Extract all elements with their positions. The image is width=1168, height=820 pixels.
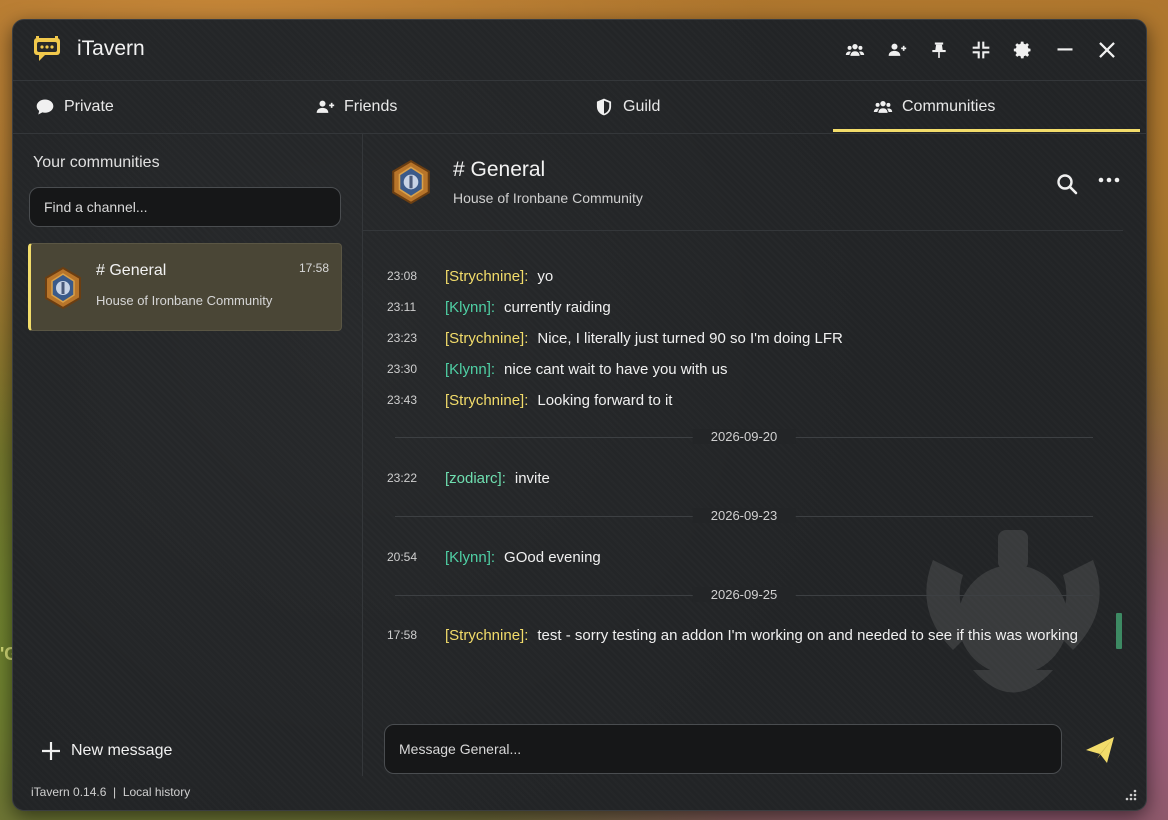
community-subtitle: House of Ironbane Community (96, 293, 273, 308)
app-logo-icon (34, 36, 60, 61)
tab-communities-label: Communities (902, 98, 996, 115)
communities-sidebar: Your communities # General 17:58 House o… (13, 134, 363, 776)
date-separator: 2026-09-23 (395, 506, 1093, 526)
message-time: 17:58 (387, 628, 418, 642)
community-item-general[interactable]: # General 17:58 House of Ironbane Commun… (28, 243, 342, 331)
message-author[interactable]: [Klynn]: (445, 361, 495, 378)
more-options-icon[interactable] (1097, 170, 1121, 190)
message-time: 23:22 (387, 471, 418, 485)
message-author[interactable]: [Klynn]: (445, 549, 495, 566)
message-row: 23:08 [Strychnine]: yo (387, 265, 553, 287)
message-author[interactable]: [Strychnine]: (445, 392, 528, 409)
date-separator: 2026-09-20 (395, 427, 1093, 447)
channel-avatar (392, 159, 430, 205)
tab-communities[interactable]: Communities (832, 81, 1142, 133)
channel-title: # General (453, 158, 546, 181)
chat-scrollbar[interactable] (1116, 613, 1122, 649)
message-text: Nice, I literally just turned 90 so I'm … (537, 329, 843, 347)
message-time: 23:08 (387, 269, 418, 283)
tab-friends[interactable]: Friends (315, 81, 397, 133)
message-text: test - sorry testing an addon I'm workin… (537, 626, 1079, 644)
new-message-button[interactable]: New message (41, 741, 172, 761)
speech-bubble-icon (36, 99, 54, 115)
message-time: 23:30 (387, 362, 418, 376)
tab-guild-label: Guild (623, 98, 661, 115)
sidebar-heading: Your communities (33, 154, 160, 171)
new-message-label: New message (71, 742, 173, 759)
date-label: 2026-09-23 (692, 508, 796, 523)
date-separator: 2026-09-25 (395, 585, 1093, 605)
message-author[interactable]: [Strychnine]: (445, 627, 528, 644)
message-author[interactable]: [Klynn]: (445, 299, 495, 316)
close-icon[interactable] (1086, 37, 1128, 63)
pin-icon[interactable] (918, 37, 960, 63)
resize-grip-icon[interactable] (1124, 788, 1138, 802)
tab-private-label: Private (64, 98, 114, 115)
search-icon[interactable] (1055, 172, 1079, 196)
message-time: 23:43 (387, 393, 418, 407)
message-author[interactable]: [zodiarc]: (445, 470, 506, 487)
message-author[interactable]: [Strychnine]: (445, 330, 528, 347)
shield-icon (596, 98, 612, 116)
message-row: 23:11 [Klynn]: currently raiding (387, 296, 611, 318)
message-text: currently raiding (504, 298, 611, 316)
message-text: invite (514, 469, 550, 487)
compress-icon[interactable] (960, 37, 1002, 63)
tab-bar: Private Friends Guild Communities (13, 81, 1146, 134)
message-row: 23:30 [Klynn]: nice cant wait to have yo… (387, 358, 728, 380)
date-label: 2026-09-25 (692, 587, 796, 602)
add-friend-icon (316, 100, 335, 113)
message-row: 20:54 [Klynn]: GOod evening (387, 546, 601, 568)
tab-friends-label: Friends (344, 98, 398, 115)
add-friend-icon[interactable] (876, 37, 918, 63)
message-row: 23:22 [zodiarc]: invite (387, 467, 550, 489)
community-time: 17:58 (298, 261, 329, 275)
channel-subtitle: House of Ironbane Community (453, 190, 643, 206)
app-title: iTavern (77, 37, 145, 60)
message-time: 20:54 (387, 550, 418, 564)
message-row: 23:23 [Strychnine]: Nice, I literally ju… (387, 327, 843, 349)
titlebar-actions (834, 37, 1128, 63)
group-icon[interactable] (834, 37, 876, 63)
date-label: 2026-09-20 (692, 429, 796, 444)
message-text: Looking forward to it (537, 391, 673, 409)
title-bar[interactable]: iTavern (13, 20, 1146, 81)
message-author[interactable]: [Strychnine]: (445, 268, 528, 285)
message-text: yo (537, 267, 554, 285)
channel-search-input[interactable] (29, 187, 341, 227)
message-time: 23:23 (387, 331, 418, 345)
community-avatar (45, 266, 81, 310)
message-list: 23:08 [Strychnine]: yo 23:11 [Klynn]: cu… (363, 232, 1123, 706)
message-time: 23:11 (387, 300, 417, 314)
group-icon (873, 101, 893, 113)
message-text: GOod evening (504, 548, 601, 566)
message-row: 17:58 [Strychnine]: test - sorry testing… (387, 624, 1078, 646)
message-row: 23:43 [Strychnine]: Looking forward to i… (387, 389, 672, 411)
tab-private[interactable]: Private (35, 81, 114, 133)
send-icon[interactable] (1083, 733, 1117, 767)
plus-icon (42, 742, 60, 760)
minimize-icon[interactable] (1044, 37, 1086, 63)
itavern-window: iTavern Private Friends Guild Communitie… (12, 19, 1147, 811)
message-text: nice cant wait to have you with us (504, 360, 728, 378)
footer-version: iTavern 0.14.6 | Local history (31, 785, 191, 799)
gear-icon[interactable] (1002, 37, 1044, 63)
community-name: # General (96, 262, 167, 279)
message-input[interactable] (384, 724, 1062, 774)
chat-header: # General House of Ironbane Community (363, 134, 1123, 231)
tab-guild[interactable]: Guild (594, 81, 660, 133)
